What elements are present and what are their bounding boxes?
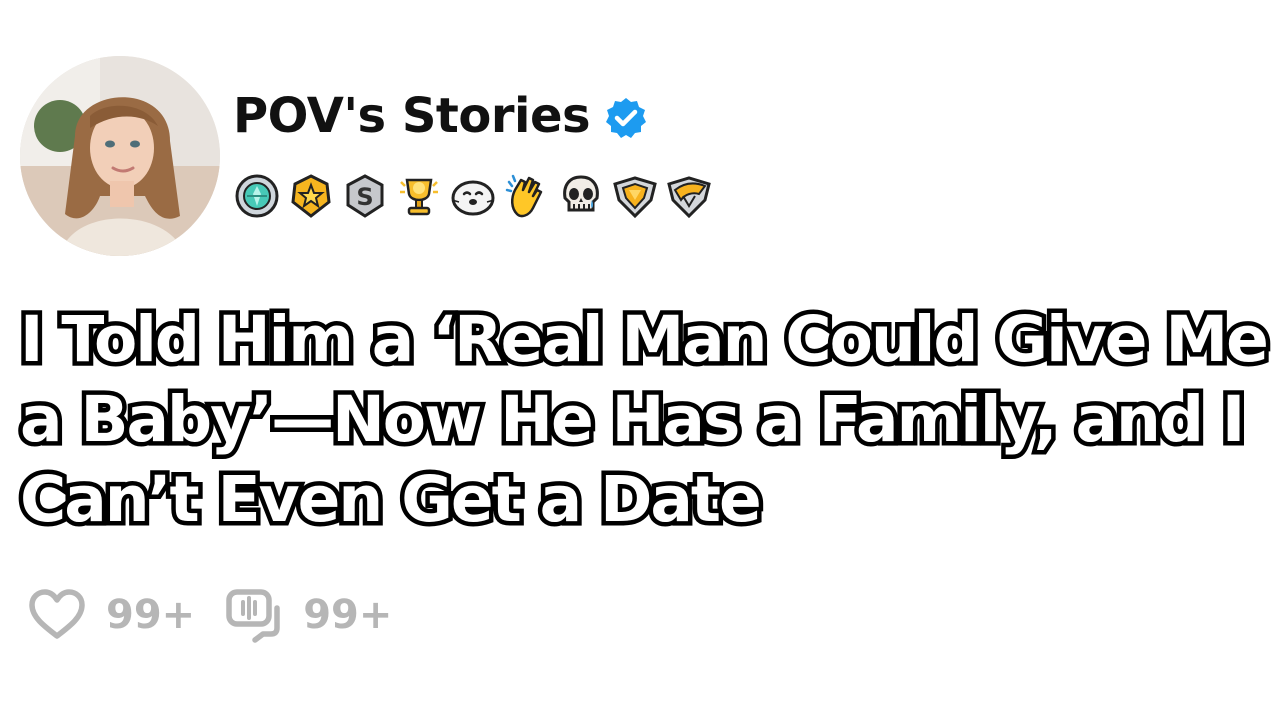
author-header: POV's Stories	[233, 92, 648, 140]
author-name[interactable]: POV's Stories	[233, 92, 591, 140]
clapping-hands-badge[interactable]	[503, 172, 551, 220]
profile-photo	[20, 56, 220, 256]
post-title[interactable]: I Told Him a ‘Real Man Could Give Me a B…	[16, 299, 1274, 541]
gold-heart-shield-badge[interactable]	[611, 172, 659, 220]
gold-wing-shield-badge[interactable]	[665, 172, 713, 220]
gold-trophy-badge[interactable]	[395, 172, 443, 220]
story-card: POV's Stories S I Told Him a ‘Real Man C…	[0, 0, 1280, 720]
likes-count: 99+	[106, 592, 196, 638]
seal-face-badge[interactable]	[449, 172, 497, 220]
heart-icon[interactable]	[26, 584, 88, 646]
comments-count: 99+	[303, 592, 393, 638]
gold-star-badge[interactable]	[287, 172, 335, 220]
crystal-medal-badge[interactable]	[233, 172, 281, 220]
author-avatar[interactable]	[20, 56, 220, 256]
svg-text:S: S	[356, 183, 373, 211]
comment-icon[interactable]	[223, 584, 285, 646]
post-stats: 99+ 99+	[26, 584, 392, 646]
silver-s-badge[interactable]: S	[341, 172, 389, 220]
award-badges: S	[233, 172, 713, 220]
crying-skull-badge[interactable]	[557, 172, 605, 220]
verified-badge-icon	[606, 98, 647, 138]
